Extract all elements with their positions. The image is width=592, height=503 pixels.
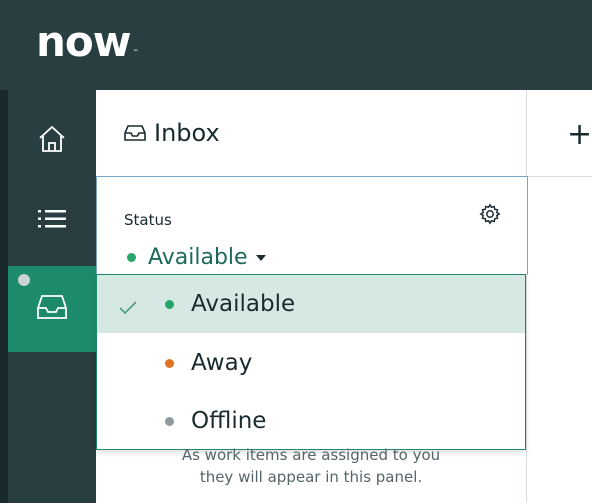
servicenow-logo[interactable]: now ™ (36, 16, 139, 66)
home-icon (37, 124, 67, 158)
panel-header: Inbox (96, 90, 526, 177)
caret-down-icon (255, 254, 266, 261)
offline-dot (165, 416, 174, 426)
list-icon (37, 208, 67, 234)
gear-icon[interactable] (479, 203, 501, 229)
nav-item-inbox[interactable] (8, 266, 96, 352)
current-status-value: Available (148, 245, 248, 270)
option-label: Away (191, 350, 253, 376)
nav-item-home[interactable] (8, 98, 96, 184)
status-dropdown-menu: Available Away Offline (96, 274, 526, 450)
status-label: Status (124, 211, 172, 229)
status-section: Status Available (96, 176, 528, 275)
presence-dot (18, 274, 30, 286)
status-dropdown-toggle[interactable]: Available (127, 245, 266, 270)
nav-edge (0, 90, 8, 503)
empty-state-line-1: As work items are assigned to you (181, 446, 441, 464)
panel-title: Inbox (154, 119, 220, 147)
status-option-offline[interactable]: Offline (97, 392, 525, 450)
empty-state-line-2: they will appear in this panel. (199, 468, 423, 486)
inbox-icon (124, 124, 146, 142)
logo-text: now (36, 16, 132, 66)
trademark-mark: ™ (132, 49, 139, 56)
available-dot (165, 299, 174, 309)
left-navigation (0, 90, 96, 503)
right-toolbar: + (527, 90, 592, 177)
away-dot (165, 358, 174, 368)
status-option-away[interactable]: Away (97, 334, 525, 392)
status-option-available[interactable]: Available (97, 275, 525, 333)
nav-item-list[interactable] (8, 178, 96, 264)
status-dot (127, 253, 136, 262)
check-icon (119, 295, 137, 321)
option-label: Offline (191, 408, 267, 434)
option-label: Available (191, 291, 296, 317)
top-header: now ™ (0, 0, 592, 90)
inbox-icon (36, 293, 68, 325)
empty-state-message: As work items are assigned to you they w… (96, 446, 526, 488)
plus-icon[interactable]: + (567, 120, 592, 150)
